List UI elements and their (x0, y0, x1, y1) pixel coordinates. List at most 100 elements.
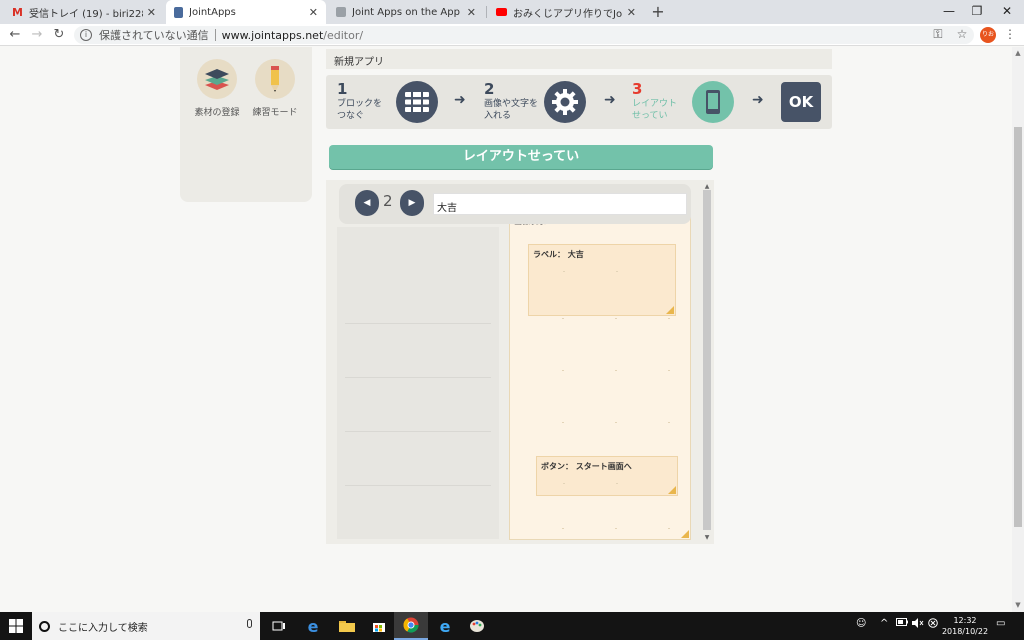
scroll-down-icon[interactable]: ▼ (1012, 601, 1024, 609)
page-number: 2 (383, 192, 393, 210)
label-widget-text: ラベル： 大吉 (533, 250, 584, 259)
phone-canvas[interactable]: 画像表示 ラベル： 大吉 ボタン： スタート画面へ (509, 217, 691, 540)
security-text: 保護されていない通信 (99, 29, 209, 42)
arrow-right-icon: ➜ (752, 92, 764, 108)
internet-explorer-icon[interactable]: e (428, 612, 462, 640)
grid-dot (616, 271, 618, 272)
back-button[interactable]: ← (6, 26, 24, 44)
page-scrollbar[interactable]: ▲ ▼ (1012, 47, 1024, 612)
profile-avatar[interactable]: りお (980, 27, 996, 43)
chrome-icon[interactable] (394, 612, 428, 640)
scroll-down-icon[interactable]: ▼ (702, 534, 712, 541)
page-title-input[interactable]: 大吉 (433, 193, 687, 215)
info-icon[interactable]: i (80, 29, 92, 41)
tab-youtube[interactable]: おみくじアプリ作りでJointAppsの基本 ✕ (488, 0, 644, 24)
close-tab-icon[interactable]: ✕ (467, 6, 476, 19)
tool-panel: 素材の登録 練習モード (180, 47, 312, 202)
new-tab-button[interactable]: + (648, 2, 668, 22)
reload-button[interactable]: ↻ (50, 26, 68, 44)
action-center-icon[interactable]: ▭ (996, 618, 1005, 629)
scroll-up-icon[interactable]: ▲ (1012, 49, 1024, 57)
window-close-button[interactable]: ✕ (990, 0, 1024, 24)
paint-icon[interactable] (460, 612, 494, 640)
grid-dot (562, 528, 564, 529)
task-view-icon[interactable] (262, 612, 296, 640)
scroll-thumb[interactable] (703, 190, 711, 530)
arrow-right-icon: ➜ (454, 92, 466, 108)
people-icon[interactable]: ☺ (856, 618, 866, 629)
practice-mode-button[interactable]: 練習モード (250, 59, 300, 118)
microphone-icon[interactable] (247, 619, 252, 628)
chevron-up-icon[interactable]: ^ (880, 618, 888, 629)
blocks-icon[interactable] (396, 81, 438, 123)
forward-button[interactable]: → (28, 26, 46, 44)
battery-icon[interactable] (896, 618, 908, 629)
edge-icon[interactable]: e (296, 612, 330, 640)
jointapps-icon (174, 6, 183, 18)
button-widget[interactable]: ボタン： スタート画面へ (536, 456, 678, 496)
resize-handle[interactable] (668, 486, 676, 494)
clock-date: 2018/10/22 (941, 627, 989, 636)
editor-scrollbar[interactable]: ▲ ▼ (702, 183, 712, 544)
tab-title: JointApps (189, 6, 236, 18)
clock[interactable]: 12:32 2018/10/22 (940, 615, 990, 637)
step-navigation: 1 ブロックを つなぐ ➜ 2 画像や文字を 入れる ➜ 3 レイアウト せって… (326, 75, 832, 129)
scroll-up-icon[interactable]: ▲ (702, 183, 712, 190)
address-bar[interactable]: i 保護されていない通信 www.jointapps.net/editor/ (74, 26, 974, 44)
gear-icon[interactable] (544, 81, 586, 123)
tab-appstore[interactable]: Joint Apps on the App Store ✕ (328, 0, 484, 24)
step-1-number: 1 (337, 80, 348, 98)
next-page-button[interactable]: ▶ (400, 190, 424, 216)
taskbar-search[interactable]: ここに入力して検索 (32, 612, 260, 640)
grid-dot (562, 370, 564, 371)
divider (345, 323, 491, 324)
block-list[interactable] (337, 227, 499, 539)
close-tab-icon[interactable]: ✕ (627, 6, 636, 19)
youtube-icon (496, 8, 507, 16)
grid-dot (668, 422, 670, 423)
menu-icon[interactable]: ⋮ (1002, 27, 1018, 41)
step-3-number: 3 (632, 80, 643, 98)
grid-dot (562, 318, 564, 319)
maximize-button[interactable]: ❐ (960, 0, 994, 24)
step-2-line-1: 画像や文字を (484, 99, 539, 109)
volume-muted-icon[interactable] (912, 618, 924, 631)
key-icon[interactable]: ⚿ (930, 27, 946, 42)
step-2-number: 2 (484, 80, 495, 98)
material-register-button[interactable]: 素材の登録 (192, 59, 242, 118)
grid-dot (615, 318, 617, 319)
search-placeholder: ここに入力して検索 (58, 622, 148, 634)
prev-page-button[interactable]: ◀ (355, 190, 379, 216)
ok-button[interactable]: OK (781, 82, 821, 122)
scroll-thumb[interactable] (1014, 127, 1022, 527)
resize-handle[interactable] (666, 306, 674, 314)
grid-dot (615, 528, 617, 529)
step-3-text: レイアウト せってい (632, 98, 677, 122)
button-widget-text: ボタン： スタート画面へ (541, 462, 632, 471)
grid-dot (616, 483, 618, 484)
label-widget[interactable]: ラベル： 大吉 (528, 244, 676, 316)
bookmark-star-icon[interactable]: ☆ (954, 27, 970, 41)
grid-dot (668, 370, 670, 371)
file-explorer-icon[interactable] (330, 612, 364, 640)
close-tab-icon[interactable]: ✕ (147, 6, 156, 19)
grid-dot (563, 271, 565, 272)
grid-dot (668, 528, 670, 529)
grid-dot (563, 483, 565, 484)
tab-separator (486, 6, 487, 18)
no-network-icon[interactable] (928, 618, 938, 631)
start-button[interactable] (0, 612, 32, 640)
smartphone-icon[interactable] (692, 81, 734, 123)
step-3-line-2: せってい (632, 111, 668, 121)
app-name[interactable]: 新規アプリ (326, 49, 832, 69)
toolbar: ← → ↻ i 保護されていない通信 www.jointapps.net/edi… (0, 24, 1024, 46)
grid-dot (668, 318, 670, 319)
tab-gmail[interactable]: M 受信トレイ (19) - biri2280126@gmail.com ✕ (4, 0, 164, 24)
grid-dot (615, 370, 617, 371)
step-1-text: ブロックを つなぐ (337, 98, 382, 122)
tab-jointapps[interactable]: JointApps ✕ (166, 0, 326, 24)
step-1-line-2: つなぐ (337, 111, 365, 121)
close-tab-icon[interactable]: ✕ (309, 6, 318, 19)
store-icon[interactable] (362, 612, 396, 640)
canvas-resize-handle[interactable] (681, 530, 689, 538)
